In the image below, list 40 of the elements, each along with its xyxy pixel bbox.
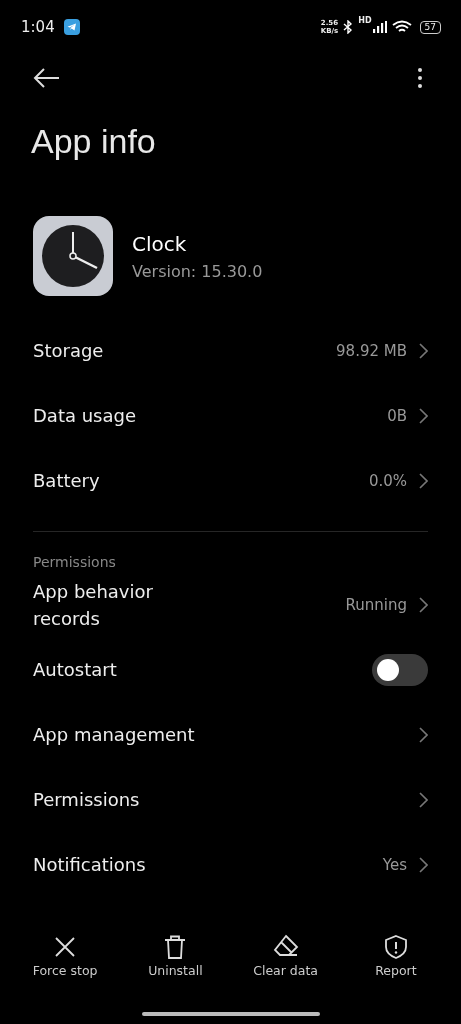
setting-value: 0.0% — [368, 471, 407, 490]
telegram-icon — [63, 19, 80, 35]
setting-label[interactable]: Notifications — [33, 851, 213, 878]
bluetooth-icon — [343, 20, 354, 34]
action-button[interactable]: Force stop — [15, 934, 116, 978]
network-label: HD — [358, 16, 372, 25]
app-version: Version: 15.30.0 — [132, 261, 263, 281]
action-button[interactable]: Clear data — [235, 934, 336, 978]
setting-value: Running — [345, 595, 407, 614]
chevron-icon[interactable] — [419, 596, 428, 613]
setting-label[interactable]: Battery — [33, 467, 213, 494]
setting-label[interactable]: App management — [33, 721, 213, 748]
setting-value: 0B — [387, 406, 407, 425]
setting-label[interactable]: Autostart — [33, 656, 213, 683]
back-icon[interactable] — [33, 68, 61, 88]
signal-icon — [372, 21, 387, 33]
setting-label[interactable]: Storage — [33, 337, 213, 364]
app-name: Clock — [132, 231, 188, 256]
status-time: 1:04 — [21, 18, 55, 36]
wifi-icon — [391, 20, 412, 34]
setting-label[interactable]: Permissions — [33, 786, 213, 813]
chevron-icon[interactable] — [419, 726, 428, 743]
setting-label[interactable]: App behavior records — [33, 577, 213, 632]
setting-label[interactable]: Data usage — [33, 402, 213, 429]
chevron-icon[interactable] — [419, 342, 428, 359]
more-icon[interactable] — [417, 67, 423, 89]
chevron-icon[interactable] — [419, 791, 428, 808]
battery-icon: 57 — [419, 20, 441, 34]
chevron-icon[interactable] — [419, 856, 428, 873]
section-header: Permissions — [32, 554, 117, 570]
action-button[interactable]: Report — [345, 934, 446, 978]
chevron-icon[interactable] — [419, 472, 428, 489]
chevron-icon[interactable] — [419, 407, 428, 424]
page-title: App info — [31, 122, 157, 161]
action-button[interactable]: Uninstall — [125, 934, 226, 978]
autostart-toggle[interactable] — [372, 653, 428, 686]
shield-icon — [382, 934, 409, 960]
setting-value: Yes — [382, 855, 407, 874]
clock-app-icon — [33, 216, 113, 296]
setting-value: 98.92 MB — [336, 341, 407, 360]
